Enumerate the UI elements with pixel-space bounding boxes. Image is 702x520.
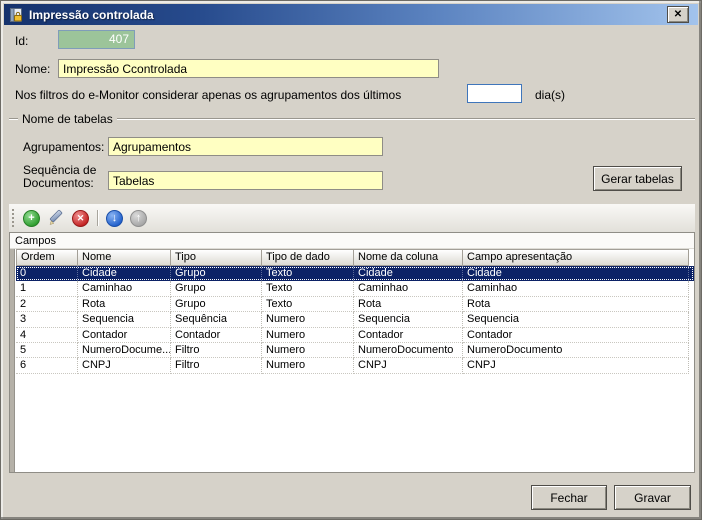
- column-header[interactable]: Campo apresentação: [463, 249, 689, 266]
- grid-cell[interactable]: Cidade: [78, 266, 171, 281]
- id-value-field: 407: [58, 30, 135, 49]
- grid-row[interactable]: 2RotaGrupoTextoRotaRota: [16, 297, 694, 312]
- toolbar-separator: [97, 210, 98, 226]
- gravar-button[interactable]: Gravar: [614, 485, 691, 510]
- grid-cell[interactable]: 3: [16, 312, 78, 327]
- grid-row[interactable]: 1CaminhaoGrupoTextoCaminhaoCaminhao: [16, 281, 694, 296]
- grid-cell[interactable]: 0: [16, 266, 78, 281]
- grid-cell[interactable]: Contador: [354, 328, 463, 343]
- column-header[interactable]: Ordem: [16, 249, 78, 266]
- agrupamentos-input[interactable]: [108, 137, 383, 156]
- sequencia-documentos-input[interactable]: [108, 171, 383, 190]
- gerar-tabelas-button[interactable]: Gerar tabelas: [593, 166, 682, 191]
- toolbar-grip-handle[interactable]: [12, 209, 14, 227]
- filter-note-text: Nos filtros do e-Monitor considerar apen…: [15, 88, 401, 102]
- grid-cell[interactable]: Caminhao: [463, 281, 689, 296]
- groupbox-title: Nome de tabelas: [18, 112, 117, 126]
- move-up-button-disabled: ↑: [130, 210, 147, 227]
- pencil-icon: [47, 209, 65, 227]
- dias-input[interactable]: [467, 84, 522, 103]
- grid-caption: Campos: [10, 233, 694, 249]
- grid-row[interactable]: 5NumeroDocume...FiltroNumeroNumeroDocume…: [16, 343, 694, 358]
- grid-cell[interactable]: Contador: [463, 328, 689, 343]
- grid-cell[interactable]: Sequencia: [463, 312, 689, 327]
- grid-cell[interactable]: 4: [16, 328, 78, 343]
- arrow-down-icon: ↓: [112, 213, 118, 224]
- grid-cell[interactable]: CNPJ: [463, 358, 689, 373]
- grid-toolbar: + ✕ ↓ ↑: [9, 204, 695, 232]
- column-header[interactable]: Nome: [78, 249, 171, 266]
- delete-x-icon: ✕: [77, 214, 85, 223]
- grid-cell[interactable]: NumeroDocumento: [463, 343, 689, 358]
- grid-cell[interactable]: Cidade: [354, 266, 463, 281]
- nome-input[interactable]: [58, 59, 439, 78]
- grid-cell[interactable]: Numero: [262, 328, 354, 343]
- grid-cell[interactable]: Texto: [262, 297, 354, 312]
- grid-cell[interactable]: 5: [16, 343, 78, 358]
- delete-row-button[interactable]: ✕: [72, 210, 89, 227]
- grid-cell[interactable]: Sequência: [171, 312, 262, 327]
- edit-row-button[interactable]: [47, 209, 65, 227]
- id-label: Id:: [15, 34, 28, 48]
- column-header[interactable]: Nome da coluna: [354, 249, 463, 266]
- grid-cell[interactable]: 1: [16, 281, 78, 296]
- grid-cell[interactable]: CNPJ: [78, 358, 171, 373]
- plus-icon: +: [28, 213, 34, 224]
- grid-row[interactable]: 0CidadeGrupoTextoCidadeCidade: [16, 266, 694, 281]
- fechar-button[interactable]: Fechar: [531, 485, 607, 510]
- close-icon: ✕: [674, 9, 682, 20]
- column-header[interactable]: Tipo: [171, 249, 262, 266]
- grid-cell[interactable]: Numero: [262, 343, 354, 358]
- dialog-window: Impressão controlada ✕ Id: 407 Nome: Nos…: [0, 0, 702, 520]
- grid-cell[interactable]: NumeroDocume...: [78, 343, 171, 358]
- grid-cell[interactable]: Sequencia: [78, 312, 171, 327]
- grid-cell[interactable]: NumeroDocumento: [354, 343, 463, 358]
- grid-cell[interactable]: Texto: [262, 281, 354, 296]
- grid-header-row: OrdemNomeTipoTipo de dadoNome da colunaC…: [16, 249, 694, 266]
- grid-cell[interactable]: Contador: [171, 328, 262, 343]
- grid-cell[interactable]: Contador: [78, 328, 171, 343]
- grid-cell[interactable]: Texto: [262, 266, 354, 281]
- campos-grid: Campos OrdemNomeTipoTipo de dadoNome da …: [9, 232, 695, 473]
- grid-cell[interactable]: Cidade: [463, 266, 689, 281]
- add-row-button[interactable]: +: [23, 210, 40, 227]
- grid-cell[interactable]: Filtro: [171, 343, 262, 358]
- grid-cell[interactable]: Caminhao: [354, 281, 463, 296]
- agrupamentos-label: Agrupamentos:: [23, 140, 104, 154]
- sequencia-documentos-label: Sequência de Documentos:: [23, 164, 96, 190]
- move-down-button[interactable]: ↓: [106, 210, 123, 227]
- grid-rows: 0CidadeGrupoTextoCidadeCidade1CaminhaoGr…: [10, 266, 694, 374]
- grid-cell[interactable]: 2: [16, 297, 78, 312]
- grid-cell[interactable]: Rota: [354, 297, 463, 312]
- grid-cell[interactable]: Sequencia: [354, 312, 463, 327]
- grid-cell[interactable]: Grupo: [171, 297, 262, 312]
- window-title: Impressão controlada: [29, 8, 154, 22]
- close-button[interactable]: ✕: [667, 6, 689, 23]
- grid-cell[interactable]: Numero: [262, 312, 354, 327]
- grid-row[interactable]: 6CNPJFiltroNumeroCNPJCNPJ: [16, 358, 694, 373]
- grid-cell[interactable]: Rota: [463, 297, 689, 312]
- grid-cell[interactable]: CNPJ: [354, 358, 463, 373]
- grid-cell[interactable]: Numero: [262, 358, 354, 373]
- title-bar[interactable]: Impressão controlada ✕: [4, 4, 698, 25]
- dias-suffix-label: dia(s): [535, 88, 565, 102]
- grid-cell[interactable]: Grupo: [171, 281, 262, 296]
- grid-cell[interactable]: 6: [16, 358, 78, 373]
- grid-cell[interactable]: Rota: [78, 297, 171, 312]
- column-header[interactable]: Tipo de dado: [262, 249, 354, 266]
- grid-cell[interactable]: Caminhao: [78, 281, 171, 296]
- grid-row[interactable]: 3SequenciaSequênciaNumeroSequenciaSequen…: [16, 312, 694, 327]
- grid-cell[interactable]: Filtro: [171, 358, 262, 373]
- nome-label: Nome:: [15, 62, 50, 76]
- row-indicator-column: [10, 249, 15, 472]
- arrow-up-icon: ↑: [136, 213, 142, 224]
- grid-cell[interactable]: Grupo: [171, 266, 262, 281]
- app-lock-document-icon: [8, 7, 24, 23]
- grid-row[interactable]: 4ContadorContadorNumeroContadorContador: [16, 328, 694, 343]
